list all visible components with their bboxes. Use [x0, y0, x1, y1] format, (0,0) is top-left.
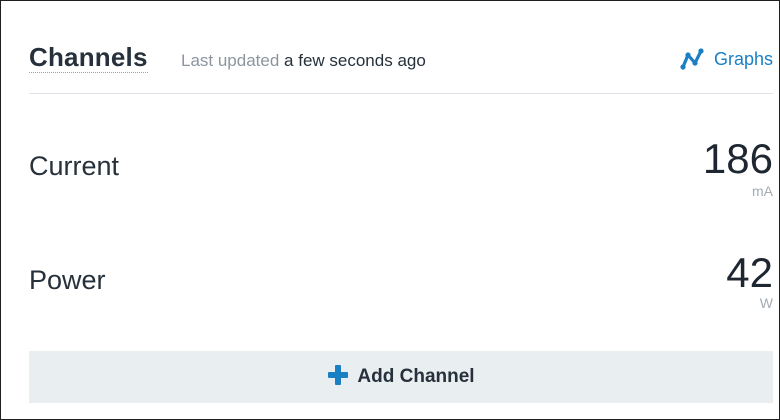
- channel-value: 186: [702, 135, 773, 182]
- channels-panel: Channels Last updated a few seconds ago …: [0, 0, 780, 420]
- channel-name: Power: [29, 265, 106, 295]
- last-updated-label: Last updated: [181, 51, 280, 70]
- channel-row-power[interactable]: Power 42 W: [29, 245, 773, 335]
- channel-row-current[interactable]: Current 186 mA: [29, 131, 773, 221]
- graphs-label: Graphs: [713, 48, 773, 69]
- add-channel-label: Add Channel: [357, 366, 475, 387]
- add-channel-button[interactable]: Add Channel: [29, 351, 773, 403]
- channel-name: Current: [29, 151, 120, 181]
- panel-title[interactable]: Channels: [29, 43, 148, 73]
- line-graph-icon: [680, 48, 704, 70]
- last-updated-text: Last updated a few seconds ago: [181, 52, 426, 70]
- channel-unit: mA: [752, 183, 773, 199]
- channel-value: 42: [726, 249, 773, 296]
- graphs-link[interactable]: Graphs: [680, 48, 773, 70]
- channel-unit: W: [759, 295, 773, 311]
- last-updated-time: a few seconds ago: [284, 51, 426, 70]
- plus-icon: [327, 364, 349, 391]
- panel-header: Channels Last updated a few seconds ago …: [29, 37, 773, 94]
